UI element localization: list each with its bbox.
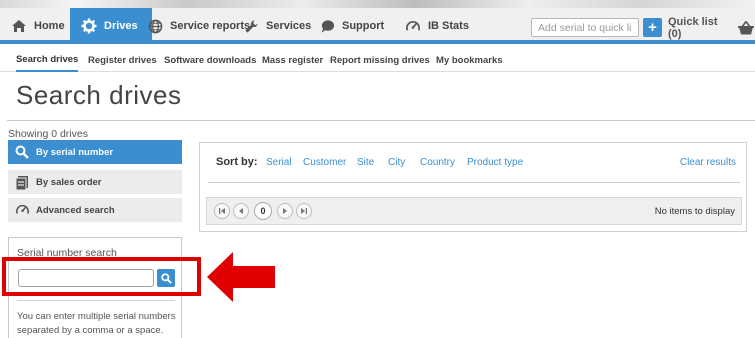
prev-page-icon [239,208,243,214]
nav-ib-stats[interactable]: IB Stats [404,8,469,44]
no-items-message: No items to display [654,206,735,217]
search-mode-serial-label: By serial number [36,146,114,158]
search-mode-sales-label: By sales order [36,176,102,188]
search-icon [14,144,30,160]
quick-list-add-button[interactable]: + [643,18,662,37]
nav-service-reports-label: Service reports [170,20,251,32]
serial-search-divider [17,300,175,301]
results-panel: Sort by: Serial Customer Site City Count… [199,142,747,232]
quick-list-label: Quick list (0) [668,16,718,40]
subnav-report-missing-drives[interactable]: Report missing drives [330,48,430,72]
subnav-software-downloads[interactable]: Software downloads [164,48,256,72]
sub-nav: Search drives Register drives Software d… [0,48,755,72]
sort-divider [208,182,740,183]
nav-drives-label: Drives [104,20,138,32]
main-nav: Home Drives Service reports Services Sup… [0,8,755,44]
globe-icon [146,17,164,35]
sort-by-customer[interactable]: Customer [303,157,346,168]
clear-results-link[interactable]: Clear results [680,157,736,168]
sort-by-serial[interactable]: Serial [266,157,292,168]
nav-home[interactable]: Home [10,8,65,44]
serial-number-input[interactable] [18,269,154,287]
current-page-number[interactable]: 0 [254,202,272,220]
last-page-icon [301,208,307,214]
last-page-button[interactable] [296,203,312,219]
chat-bubble-icon [318,17,336,35]
basket-icon [737,20,755,36]
subnav-mass-register[interactable]: Mass register [262,48,323,72]
quick-list-button[interactable]: Quick list (0) [668,16,755,40]
nav-services-label: Services [266,20,312,32]
nav-home-label: Home [34,20,65,32]
gauge-icon [404,17,422,35]
search-mode-advanced-label: Advanced search [36,204,115,216]
page-title: Search drives [16,80,182,110]
sort-by-site[interactable]: Site [357,157,374,168]
gauge-icon [14,202,30,218]
drive-count-label: Showing 0 drives [8,128,88,140]
sort-by-country[interactable]: Country [420,157,455,168]
sort-by-product-type[interactable]: Product type [467,157,523,168]
search-mode-sales-order[interactable]: By sales order [8,170,182,194]
subnav-search-drives[interactable]: Search drives [16,48,79,72]
serial-search-button[interactable] [157,269,175,287]
page: Home Drives Service reports Services Sup… [0,0,755,338]
sort-by-city[interactable]: City [388,157,405,168]
search-icon [160,272,172,284]
prev-page-button[interactable] [233,203,249,219]
home-icon [10,17,28,35]
first-page-button[interactable] [214,203,230,219]
document-icon [14,174,30,190]
next-page-button[interactable] [277,203,293,219]
serial-search-panel: Serial number search You can enter multi… [8,237,182,338]
pager: 0 No items to display [206,197,742,225]
nav-services[interactable]: Services [242,8,311,44]
search-mode-advanced[interactable]: Advanced search [8,198,182,222]
subnav-register-drives[interactable]: Register drives [88,48,157,72]
arrow-left-icon [207,252,275,302]
first-page-icon [219,208,225,214]
nav-support[interactable]: Support [318,8,384,44]
nav-service-reports[interactable]: Service reports [146,8,250,44]
next-page-icon [283,208,287,214]
nav-ib-stats-label: IB Stats [428,20,469,32]
search-mode-serial-number[interactable]: By serial number [8,140,182,164]
gear-icon [80,17,98,35]
subnav-my-bookmarks[interactable]: My bookmarks [436,48,503,72]
nav-support-label: Support [342,20,385,32]
quick-list-serial-input[interactable] [531,18,639,37]
serial-search-help-text: You can enter multiple serial numbers se… [17,311,176,336]
header-photo-strip [0,0,755,8]
nav-drives[interactable]: Drives [70,8,152,44]
wrench-icon [242,17,260,35]
serial-search-title: Serial number search [17,247,117,259]
title-divider [7,120,755,121]
sort-by-label: Sort by: [216,156,258,168]
